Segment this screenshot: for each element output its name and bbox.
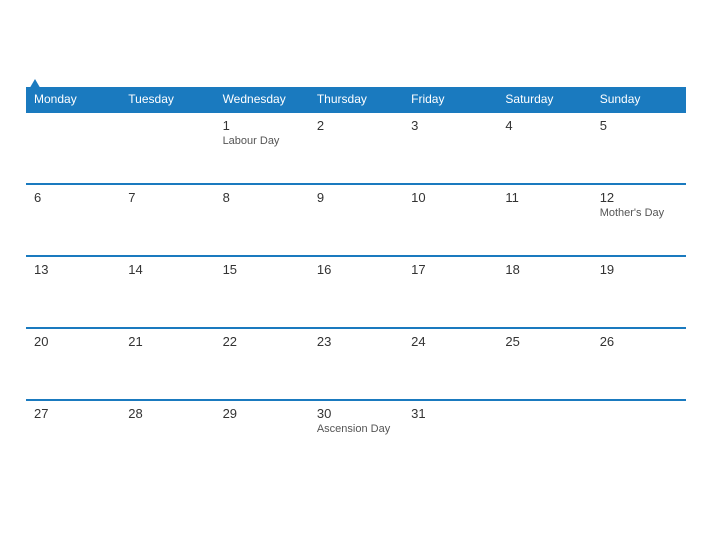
calendar-cell: 29 [215, 400, 309, 472]
weekday-header-wednesday: Wednesday [215, 87, 309, 112]
calendar-cell [497, 400, 591, 472]
day-number: 21 [128, 334, 206, 349]
day-number: 2 [317, 118, 395, 133]
holiday-label: Labour Day [223, 135, 301, 147]
day-number: 7 [128, 190, 206, 205]
calendar-cell: 30 Ascension Day [309, 400, 403, 472]
day-number: 8 [223, 190, 301, 205]
calendar-body: 1Labour Day23456789101112Mother's Day131… [26, 112, 686, 472]
calendar-cell: 9 [309, 184, 403, 256]
day-number: 31 [411, 406, 489, 421]
day-number: 5 [600, 118, 678, 133]
calendar-cell: 11 [497, 184, 591, 256]
calendar-cell: 14 [120, 256, 214, 328]
calendar-cell: 31 [403, 400, 497, 472]
day-number: 23 [317, 334, 395, 349]
calendar-cell: 1 Labour Day [215, 112, 309, 184]
calendar-cell: 12 Mother's Day [592, 184, 686, 256]
calendar-cell: 10 [403, 184, 497, 256]
day-number: 16 [317, 262, 395, 277]
calendar-cell: 4 [497, 112, 591, 184]
day-number: 6 [34, 190, 112, 205]
day-number: 15 [223, 262, 301, 277]
calendar-cell: 7 [120, 184, 214, 256]
calendar-cell [26, 112, 120, 184]
calendar-cell: 18 [497, 256, 591, 328]
day-number: 24 [411, 334, 489, 349]
day-number: 22 [223, 334, 301, 349]
calendar-cell: 8 [215, 184, 309, 256]
week-row-3: 13 14 15 16 17 18 19 [26, 256, 686, 328]
day-number: 17 [411, 262, 489, 277]
day-number: 29 [223, 406, 301, 421]
logo-triangle-icon [28, 79, 42, 91]
weekday-header-thursday: Thursday [309, 87, 403, 112]
week-row-2: 6 7 8 9 10 11 12 Mother's Day [26, 184, 686, 256]
day-number: 27 [34, 406, 112, 421]
calendar-cell: 21 [120, 328, 214, 400]
calendar-cell: 23 [309, 328, 403, 400]
week-row-1: 1 Labour Day 2 3 4 5 [26, 112, 686, 184]
day-number: 3 [411, 118, 489, 133]
weekday-header-sunday: Sunday [592, 87, 686, 112]
calendar-cell: 15 [215, 256, 309, 328]
calendar-container: MondayTuesdayWednesdayThursdayFridaySatu… [11, 69, 701, 482]
logo [26, 79, 42, 91]
week-row-5: 27 28 29 30 Ascension Day 31 [26, 400, 686, 472]
holiday-label: Mother's Day [600, 207, 678, 219]
calendar-cell: 28 [120, 400, 214, 472]
day-number: 1 [223, 118, 301, 133]
day-number: 10 [411, 190, 489, 205]
day-number: 13 [34, 262, 112, 277]
holiday-label: Ascension Day [317, 423, 395, 435]
calendar-cell: 16 [309, 256, 403, 328]
calendar-cell: 6 [26, 184, 120, 256]
calendar-cell: 17 [403, 256, 497, 328]
day-number: 28 [128, 406, 206, 421]
calendar-cell [592, 400, 686, 472]
day-number: 9 [317, 190, 395, 205]
calendar-table: MondayTuesdayWednesdayThursdayFridaySatu… [26, 87, 686, 472]
day-number: 18 [505, 262, 583, 277]
day-number: 4 [505, 118, 583, 133]
weekday-header-saturday: Saturday [497, 87, 591, 112]
calendar-cell: 27 [26, 400, 120, 472]
calendar-cell: 19 [592, 256, 686, 328]
calendar-cell: 2 [309, 112, 403, 184]
weekday-header-friday: Friday [403, 87, 497, 112]
day-number: 19 [600, 262, 678, 277]
day-number: 14 [128, 262, 206, 277]
calendar-cell: 20 [26, 328, 120, 400]
calendar-cell: 13 [26, 256, 120, 328]
day-number: 12 [600, 190, 678, 205]
day-number: 25 [505, 334, 583, 349]
day-number: 11 [505, 190, 583, 205]
day-number: 20 [34, 334, 112, 349]
calendar-cell: 5 [592, 112, 686, 184]
calendar-cell: 24 [403, 328, 497, 400]
calendar-cell [120, 112, 214, 184]
calendar-header-row: MondayTuesdayWednesdayThursdayFridaySatu… [26, 87, 686, 112]
calendar-cell: 22 [215, 328, 309, 400]
day-number: 30 [317, 406, 395, 421]
week-row-4: 20 21 22 23 24 25 26 [26, 328, 686, 400]
calendar-cell: 26 [592, 328, 686, 400]
calendar-cell: 3 [403, 112, 497, 184]
day-number: 26 [600, 334, 678, 349]
weekday-header-tuesday: Tuesday [120, 87, 214, 112]
calendar-cell: 25 [497, 328, 591, 400]
